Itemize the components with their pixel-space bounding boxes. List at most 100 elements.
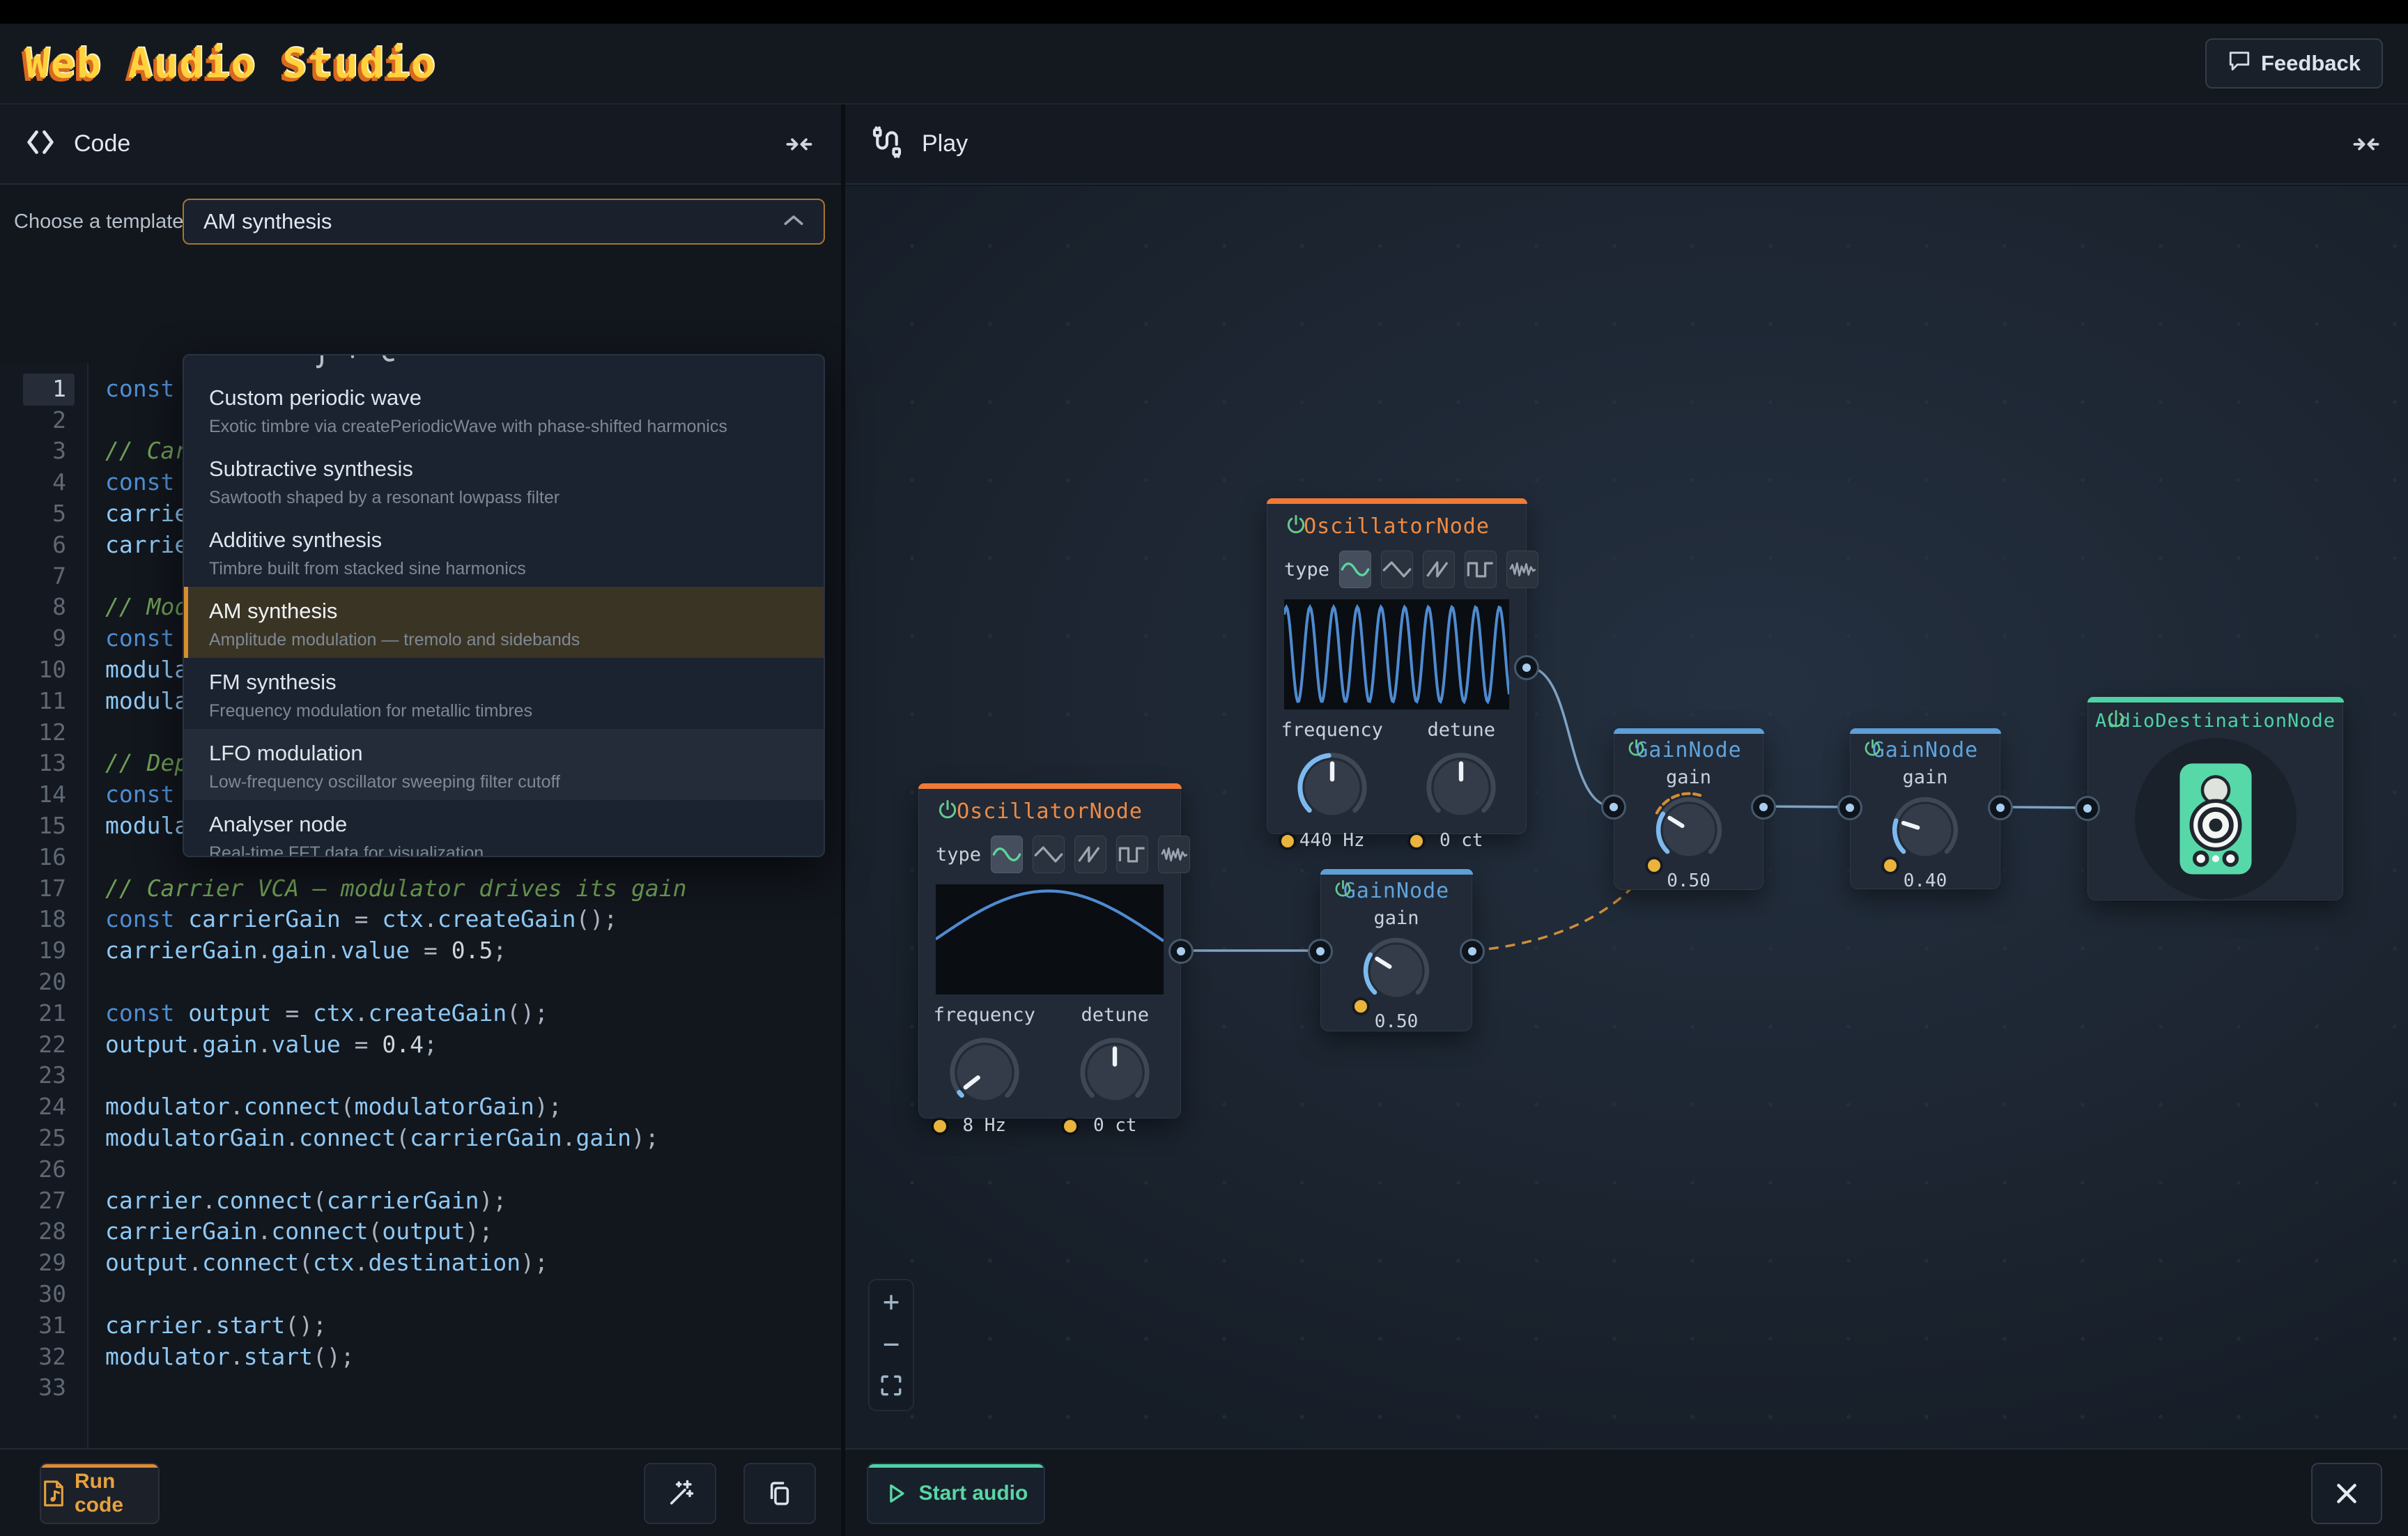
power-icon[interactable] xyxy=(1627,739,1646,761)
code-line[interactable]: 24modulator.connect(modulatorGain); xyxy=(0,1091,841,1122)
gain-node-carrier[interactable]: GainNode gain 0.50 xyxy=(1614,728,1763,890)
oscillator-node-carrier[interactable]: OscillatorNode type frequency 440 Hz xyxy=(1267,498,1527,834)
code-line[interactable]: 17// Carrier VCA — modulator drives its … xyxy=(0,873,841,904)
type-label: type xyxy=(1284,559,1329,581)
line-number: 15 xyxy=(0,812,87,839)
template-option-clipped[interactable] xyxy=(184,355,824,374)
frequency-param-port[interactable] xyxy=(1281,835,1294,847)
node-header: GainNode xyxy=(1851,736,2000,764)
type-triangle-button[interactable] xyxy=(1033,836,1065,873)
template-option[interactable]: FM synthesisFrequency modulation for met… xyxy=(184,658,824,729)
power-icon[interactable] xyxy=(2106,709,2126,732)
power-icon[interactable] xyxy=(1863,739,1882,761)
input-port[interactable] xyxy=(1601,794,1626,820)
output-port[interactable] xyxy=(1751,794,1776,820)
power-icon[interactable] xyxy=(1286,514,1306,539)
gain-node-modulator[interactable]: GainNode gain 0.50 xyxy=(1320,869,1472,1031)
gain-knob[interactable] xyxy=(1650,791,1728,869)
frequency-param-port[interactable] xyxy=(934,1120,946,1132)
play-icon xyxy=(884,1482,908,1505)
code-line[interactable]: 19carrierGain.gain.value = 0.5; xyxy=(0,935,841,966)
code-line[interactable]: 31carrier.start(); xyxy=(0,1310,841,1341)
play-footer: Start audio xyxy=(845,1448,2408,1536)
line-number: 32 xyxy=(0,1343,87,1370)
line-number: 24 xyxy=(0,1093,87,1120)
wire-carrier-to-carriergain[interactable] xyxy=(1527,667,1612,806)
code-line[interactable]: 30 xyxy=(0,1278,841,1310)
code-line[interactable]: 33 xyxy=(0,1372,841,1404)
code-line[interactable]: 25modulatorGain.connect(carrierGain.gain… xyxy=(0,1122,841,1153)
template-option[interactable]: LFO modulationLow-frequency oscillator s… xyxy=(184,729,824,800)
template-option-title: Custom periodic wave xyxy=(209,385,798,410)
code-line[interactable]: 27carrier.connect(carrierGain); xyxy=(0,1185,841,1216)
gain-param-port[interactable] xyxy=(1884,859,1897,872)
start-audio-button[interactable]: Start audio xyxy=(867,1463,1045,1524)
type-triangle-button[interactable] xyxy=(1381,551,1413,588)
gain-node-output[interactable]: GainNode gain 0.40 xyxy=(1850,728,2000,889)
output-port[interactable] xyxy=(1460,939,1485,964)
code-line[interactable]: 21const output = ctx.createGain(); xyxy=(0,997,841,1029)
collapse-play-panel-icon[interactable] xyxy=(2349,128,2383,161)
copy-code-button[interactable] xyxy=(743,1463,816,1524)
feedback-button[interactable]: Feedback xyxy=(2205,38,2383,89)
code-line[interactable]: 26 xyxy=(0,1153,841,1185)
template-option[interactable]: Additive synthesisTimbre built from stac… xyxy=(184,516,824,587)
line-number: 3 xyxy=(0,437,87,464)
run-code-label: Run code xyxy=(75,1470,158,1517)
zoom-out-button[interactable]: − xyxy=(883,1330,900,1358)
output-port[interactable] xyxy=(1988,795,2013,820)
detune-param-port[interactable] xyxy=(1410,835,1423,847)
gain-knob[interactable] xyxy=(1357,932,1435,1010)
speaker-icon xyxy=(2177,760,2255,877)
detune-knob[interactable] xyxy=(1420,746,1502,829)
detune-knob[interactable] xyxy=(1074,1031,1156,1114)
audio-destination-node[interactable]: AudioDestinationNode xyxy=(2087,697,2343,900)
zoom-in-button[interactable]: + xyxy=(883,1288,900,1316)
wave-type-row: type xyxy=(1267,551,1526,588)
detune-param-port[interactable] xyxy=(1064,1120,1076,1132)
template-option[interactable]: Subtractive synthesisSawtooth shaped by … xyxy=(184,445,824,516)
music-doc-icon xyxy=(41,1480,66,1507)
type-sawtooth-button[interactable] xyxy=(1074,836,1106,873)
collapse-code-panel-icon[interactable] xyxy=(782,128,816,161)
type-noise-button[interactable] xyxy=(1506,551,1538,588)
template-option[interactable]: Custom periodic waveExotic timbre via cr… xyxy=(184,374,824,445)
code-line[interactable]: 18const carrierGain = ctx.createGain(); xyxy=(0,904,841,935)
type-sine-button[interactable] xyxy=(1339,551,1371,588)
input-port[interactable] xyxy=(2075,796,2100,821)
run-code-button[interactable]: Run code xyxy=(40,1463,160,1524)
code-line[interactable]: 22output.gain.value = 0.4; xyxy=(0,1029,841,1060)
output-port[interactable] xyxy=(1514,655,1539,680)
frequency-knob[interactable] xyxy=(1291,746,1373,829)
node-graph-canvas[interactable]: OscillatorNode type frequency 440 Hz xyxy=(845,186,2408,1448)
gain-knob[interactable] xyxy=(1886,791,1964,869)
type-noise-button[interactable] xyxy=(1158,836,1190,873)
code-line[interactable]: 23 xyxy=(0,1060,841,1091)
output-port[interactable] xyxy=(1168,939,1194,964)
input-port[interactable] xyxy=(1837,795,1862,820)
line-number: 31 xyxy=(0,1312,87,1339)
code-line[interactable]: 32modulator.start(); xyxy=(0,1341,841,1372)
type-sine-button[interactable] xyxy=(991,836,1023,873)
code-line[interactable]: 20 xyxy=(0,966,841,997)
type-square-button[interactable] xyxy=(1465,551,1497,588)
template-option[interactable]: Analyser nodeReal-time FFT data for visu… xyxy=(184,800,824,857)
frequency-knob[interactable] xyxy=(943,1031,1026,1114)
type-square-button[interactable] xyxy=(1116,836,1148,873)
close-button[interactable] xyxy=(2311,1463,2382,1524)
gain-param-port[interactable] xyxy=(1354,1000,1367,1013)
oscillator-node-modulator[interactable]: OscillatorNode type frequency 8 Hz xyxy=(918,783,1181,1119)
fit-view-button[interactable] xyxy=(879,1374,903,1402)
type-sawtooth-button[interactable] xyxy=(1423,551,1455,588)
format-code-button[interactable] xyxy=(644,1463,716,1524)
node-header: OscillatorNode xyxy=(919,794,1180,829)
gain-param-port[interactable] xyxy=(1648,859,1660,872)
template-select[interactable]: AM synthesis xyxy=(183,199,825,245)
input-port[interactable] xyxy=(1308,939,1333,964)
line-content xyxy=(87,1155,119,1183)
power-icon[interactable] xyxy=(937,799,958,824)
code-line[interactable]: 29output.connect(ctx.destination); xyxy=(0,1247,841,1278)
code-line[interactable]: 28carrierGain.connect(output); xyxy=(0,1216,841,1247)
template-option[interactable]: AM synthesisAmplitude modulation — tremo… xyxy=(184,587,824,658)
power-icon[interactable] xyxy=(1334,880,1352,902)
